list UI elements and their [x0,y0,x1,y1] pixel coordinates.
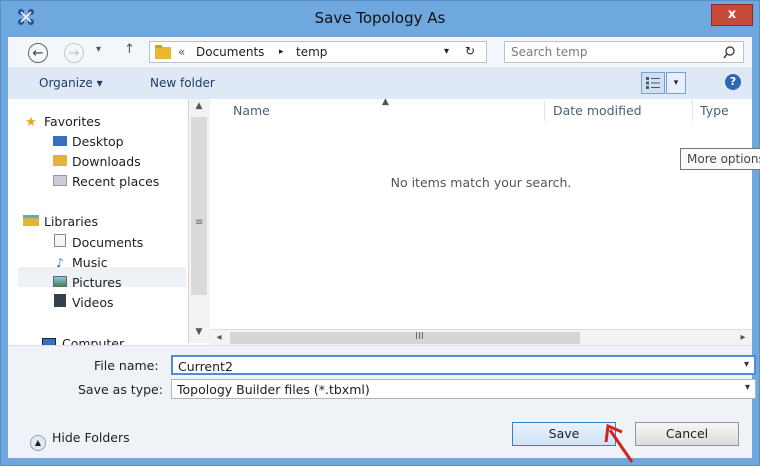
navigation-pane: ★ Favorites Desktop Downloads Recent plac… [8,99,188,351]
save-button[interactable]: Save [512,422,616,446]
back-button[interactable]: ← [28,43,48,63]
red-arrow-annotation-icon [604,423,634,463]
nav-favorites-label: Favorites [44,114,101,129]
save-as-type-label: Save as type: [78,382,163,397]
nav-item-recent-places[interactable]: Recent places [52,173,159,191]
pictures-icon [52,274,68,292]
downloads-icon [52,153,68,171]
breadcrumb-overflow-icon[interactable]: « [178,45,185,59]
collapse-up-icon: ▲ [30,435,46,451]
recent-places-icon [52,173,68,191]
dialog-body: ← → ▾ ↑ « Documents ▸ temp ▾ ↻ Search te… [8,37,760,458]
star-icon: ★ [25,115,37,130]
refresh-icon[interactable]: ↻ [465,44,475,58]
filename-label: File name: [94,358,159,373]
filename-dropdown-icon[interactable]: ▾ [744,359,749,370]
nav-item-label: Recent places [72,174,160,189]
nav-item-downloads[interactable]: Downloads [52,153,141,171]
scroll-up-icon[interactable]: ▲ [192,101,206,115]
nav-item-videos[interactable]: Videos [52,294,114,312]
column-divider[interactable] [692,101,693,121]
organize-button[interactable]: Organize ▾ [39,76,103,90]
navigation-bar: ← → ▾ ↑ « Documents ▸ temp ▾ ↻ Search te… [8,37,752,67]
save-as-type-dropdown-icon[interactable]: ▾ [745,382,750,393]
nav-item-pictures[interactable]: Pictures [52,274,122,292]
change-view-button[interactable] [641,72,665,94]
recent-locations-chevron-icon[interactable]: ▾ [96,44,101,55]
address-bar[interactable]: « Documents ▸ temp ▾ ↻ [149,41,487,63]
nav-item-label: Downloads [72,154,141,169]
column-header-type[interactable]: Type [700,103,729,118]
close-button[interactable]: x [711,4,753,26]
nav-item-label: Desktop [72,134,124,149]
scrollbar-grip-icon: ≡ [195,217,204,228]
window-title: Save Topology As [314,9,446,27]
nav-favorites[interactable]: ★ Favorites [22,113,100,131]
breadcrumb-separator-icon[interactable]: ▸ [279,47,284,57]
search-icon [723,46,735,59]
up-arrow-icon[interactable]: ↑ [124,42,135,57]
file-list[interactable]: ▲ Name Date modified Type No items match… [210,97,752,343]
filename-field[interactable]: Current2 ▾ [171,355,756,375]
nav-libraries-label: Libraries [44,214,98,229]
hide-folders-label: Hide Folders [52,430,130,445]
desktop-icon [52,133,68,151]
column-header-date-modified[interactable]: Date modified [553,103,642,118]
videos-icon [52,294,68,312]
column-header-name[interactable]: Name [233,103,270,118]
nav-item-desktop[interactable]: Desktop [52,133,124,151]
new-folder-button[interactable]: New folder [150,76,215,90]
more-options-tooltip: More options [680,148,760,170]
sort-ascending-icon: ▲ [382,97,389,107]
scroll-right-icon[interactable]: ▸ [736,330,750,346]
breadcrumb-documents[interactable]: Documents [196,45,264,59]
navigation-pane-scrollbar[interactable]: ▲ ≡ ▼ [188,99,210,343]
hide-folders-button[interactable]: ▲ Hide Folders [30,430,130,451]
empty-folder-message: No items match your search. [390,175,572,190]
scrollbar-grip-icon: III [415,331,424,342]
libraries-icon [22,214,40,232]
nav-item-music[interactable]: ♪ Music [52,254,108,272]
scrollbar-thumb[interactable] [230,332,580,344]
title-bar[interactable]: Save Topology As x [1,1,759,37]
scroll-down-icon[interactable]: ▼ [192,327,206,341]
save-as-type-select[interactable]: Topology Builder files (*.tbxml) ▾ [171,379,756,399]
details-view-icon [646,77,660,89]
breadcrumb-temp[interactable]: temp [296,45,327,59]
folder-icon [155,45,171,59]
search-box[interactable]: Search temp [504,41,744,63]
cancel-button[interactable]: Cancel [635,422,739,446]
save-as-type-value: Topology Builder files (*.tbxml) [177,382,370,397]
column-divider[interactable] [544,101,545,121]
scroll-left-icon[interactable]: ◂ [212,330,226,346]
save-dialog: Save Topology As x ← → ▾ ↑ « Documents ▸… [0,0,760,466]
nav-item-documents[interactable]: Documents [52,234,143,252]
filename-input[interactable]: Current2 [178,359,233,374]
music-icon: ♪ [56,256,64,270]
nav-libraries[interactable]: Libraries [22,213,98,231]
address-dropdown-icon[interactable]: ▾ [444,46,449,57]
file-list-horizontal-scrollbar[interactable]: ◂ III ▸ [210,329,752,346]
nav-item-label: Music [72,255,108,270]
more-options-dropdown-button[interactable]: ▾ [666,72,686,94]
nav-item-label: Videos [72,295,114,310]
help-icon[interactable]: ? [725,74,741,90]
scrollbar-thumb[interactable] [191,117,207,295]
search-input[interactable]: Search temp [511,45,587,59]
forward-button[interactable]: → [64,43,84,63]
documents-icon [52,234,68,252]
nav-item-label: Documents [72,235,144,250]
command-toolbar: Organize ▾ New folder ▾ ? [8,67,752,99]
nav-item-label: Pictures [72,275,122,290]
